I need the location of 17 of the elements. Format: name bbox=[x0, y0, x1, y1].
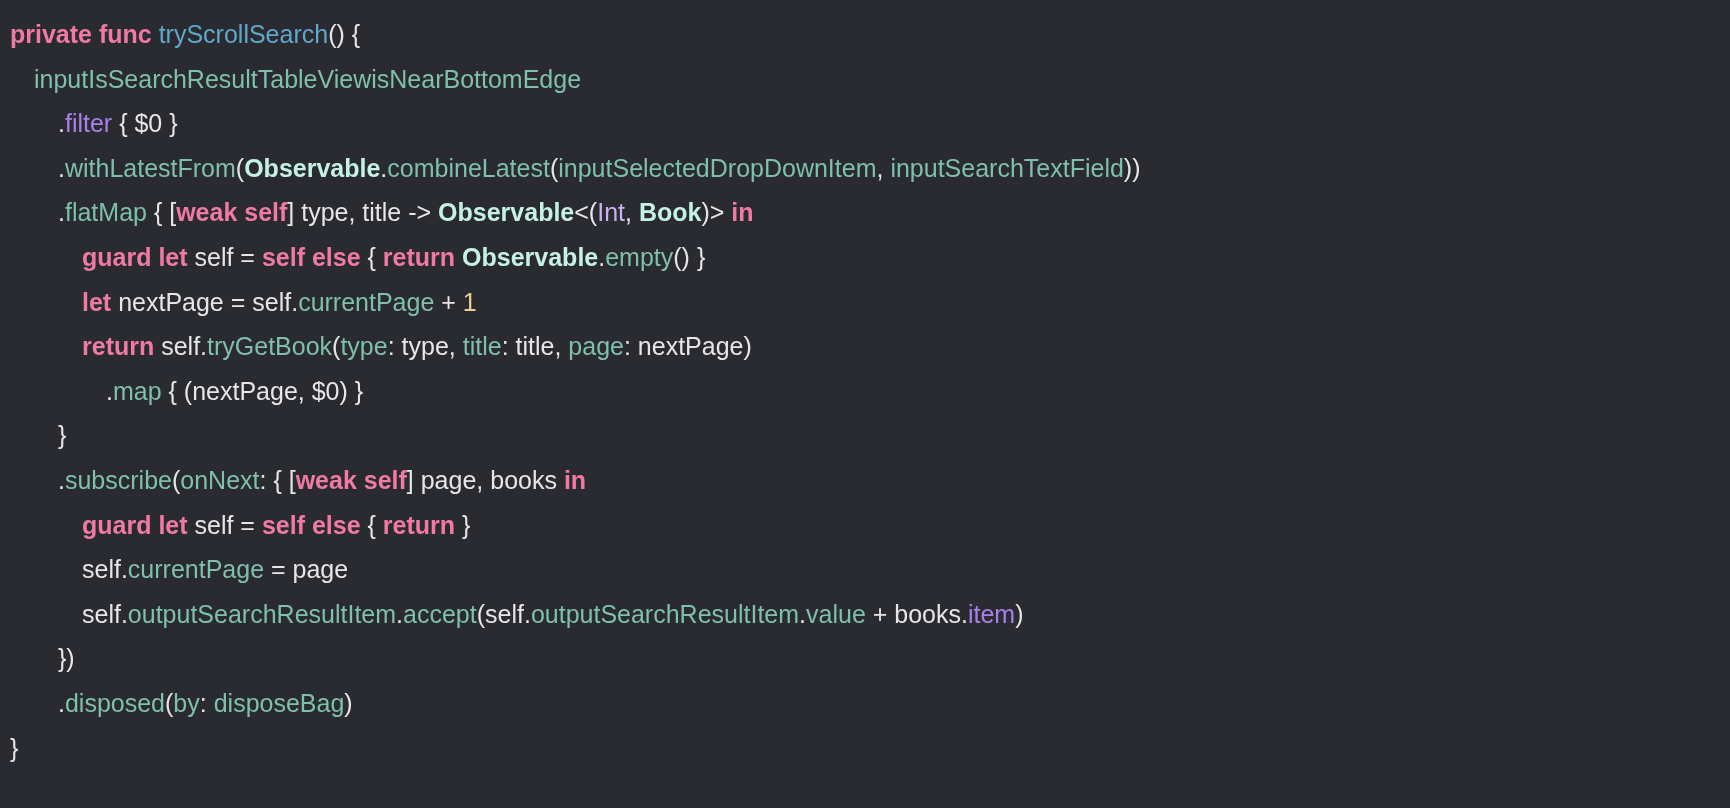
code-line: } bbox=[10, 732, 19, 764]
code-line: return self.tryGetBook(type: type, title: title, page: nextPage) bbox=[81, 331, 752, 363]
code-line: .map { (nextPage, $0) } bbox=[105, 375, 364, 407]
code-line: .filter { $0 } bbox=[57, 108, 178, 140]
code-line: let nextPage = self.currentPage + 1 bbox=[81, 286, 477, 318]
code-line: guard let self = self else { return Observable.empty() } bbox=[81, 241, 706, 273]
code-line: .withLatestFrom(Observable.combineLatest(inputSelectedDropDownItem, inputSearchTextField)) bbox=[57, 152, 1141, 184]
code-line: guard let self = self else { return } bbox=[81, 509, 471, 541]
code-line: self.currentPage = page bbox=[81, 554, 349, 586]
code-line: .flatMap { [weak self] type, title -> Observable<(Int, Book)> in bbox=[57, 197, 754, 229]
code-line: inputIsSearchResultTableViewisNearBottomEdge bbox=[33, 63, 582, 95]
code-line: } bbox=[57, 420, 67, 452]
code-line: }) bbox=[57, 643, 75, 675]
code-line: private func tryScrollSearch() { bbox=[10, 19, 361, 50]
code-line: .subscribe(onNext: { [weak self] page, books in bbox=[57, 464, 587, 496]
code-line: self.outputSearchResultItem.accept(self.outputSearchResultItem.value + books.item) bbox=[81, 598, 1024, 630]
code-line: .disposed(by: disposeBag) bbox=[57, 687, 353, 719]
